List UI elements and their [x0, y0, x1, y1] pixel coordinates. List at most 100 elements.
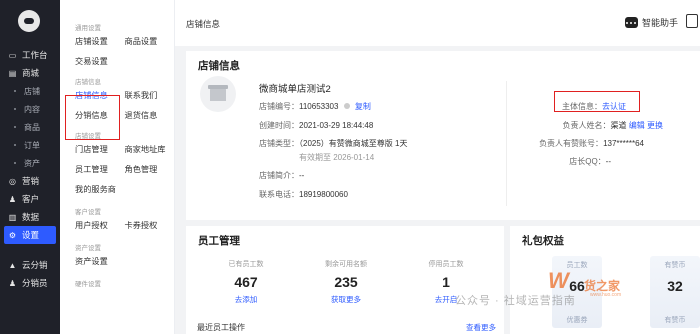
badge-caption: 有赞币	[664, 317, 686, 324]
group-title: 硬件设置	[75, 281, 101, 288]
stat-value: 467	[234, 274, 258, 290]
nav-sub-label: 资产	[24, 158, 40, 168]
nav-sub-content[interactable]: 内容	[0, 100, 60, 118]
calendar-icon[interactable]	[686, 14, 698, 28]
customer-icon: ♟	[8, 194, 17, 204]
stat-value: 1	[442, 274, 450, 290]
stat-label: 停用员工数	[428, 261, 464, 268]
store-name: 微商城单店测试2	[259, 84, 331, 95]
monitor-icon: ▭	[8, 50, 17, 60]
group-title: 通用设置	[75, 25, 101, 32]
menu-contact-us[interactable]: 联系我们	[125, 86, 175, 106]
nav-label: 客户	[22, 194, 40, 204]
menu-trade-settings[interactable]: 交易设置	[75, 52, 128, 72]
change-link[interactable]: 更换	[647, 121, 663, 130]
created-time: 2021-03-29 18:44:48	[299, 121, 374, 130]
menu-goods-settings[interactable]: 商品设置	[125, 32, 175, 52]
nav-customer[interactable]: ♟ 客户	[0, 190, 60, 208]
edit-link[interactable]: 编辑	[629, 121, 645, 130]
staff-stat: 剩余可用名额 235 获取更多	[296, 259, 396, 305]
qq-label: 店长QQ：	[569, 157, 606, 166]
menu-service-provider[interactable]: 我的服务商	[75, 180, 155, 200]
main-sidebar: ▭ 工作台 ▤ 商城 店铺 内容 商品 订单 资产 ◎ 营销 ♟ 客户 ▥ 数据…	[0, 0, 60, 334]
menu-store-settings[interactable]: 店铺设置	[75, 32, 125, 52]
view-more-link[interactable]: 查看更多	[466, 322, 496, 333]
menu-coupon-auth[interactable]: 卡券授权	[125, 216, 175, 236]
nav-workbench[interactable]: ▭ 工作台	[0, 46, 60, 64]
nav-sub-label: 内容	[24, 104, 40, 114]
nav-label: 商城	[22, 68, 40, 78]
menu-return-info[interactable]: 退货信息	[125, 106, 175, 126]
menu-staff[interactable]: 员工管理	[75, 160, 125, 180]
nav-sub-assets[interactable]: 资产	[0, 154, 60, 172]
chat-icon	[624, 17, 638, 28]
nav-sub-goods[interactable]: 商品	[0, 118, 60, 136]
store-info-card: 店铺信息 微商城单店测试2 店铺编号：110653303 复制 创建时间：202…	[186, 51, 700, 220]
owner-account-label: 负责人有赞账号：	[539, 139, 604, 148]
menu-roles[interactable]: 角色管理	[125, 160, 175, 180]
store-icon	[208, 84, 228, 101]
gear-icon: ⚙	[8, 230, 17, 240]
menu-stores[interactable]: 门店管理	[75, 140, 125, 160]
store-id: 110653303	[299, 102, 339, 111]
staff-stat: 已有员工数 467 去添加	[196, 259, 296, 305]
get-more-link[interactable]: 获取更多	[296, 294, 396, 305]
nav-sub-store[interactable]: 店铺	[0, 82, 60, 100]
card-title: 礼包权益	[522, 235, 564, 247]
badge-label: 有赞币	[664, 262, 686, 269]
owner-account: 137******64	[603, 139, 644, 148]
info-icon	[343, 103, 350, 109]
highlight-box	[65, 95, 120, 140]
intro-label: 店铺简介：	[259, 171, 299, 180]
menu-asset-settings[interactable]: 资产设置	[75, 252, 128, 272]
group-title: 资产设置	[75, 245, 101, 252]
phone-label: 联系电话：	[259, 190, 299, 199]
assistant-label: 智能助手	[641, 18, 678, 28]
nav-sub-label: 商品	[24, 122, 40, 132]
nav-label: 分销员	[22, 278, 48, 288]
id-label: 店铺编号：	[259, 102, 299, 111]
valid-until: 有效期至 2026-01-14	[299, 153, 375, 162]
nav-cloud-distribution[interactable]: ▲ 云分销	[0, 256, 60, 274]
stat-label: 已有员工数	[228, 261, 264, 268]
owner-name: 渠道	[610, 121, 627, 130]
cloud-icon: ▲	[8, 260, 17, 270]
divider	[506, 81, 507, 206]
badge-caption: 优惠券	[566, 317, 588, 324]
badge-value: 32	[667, 278, 683, 294]
shop-icon: ▤	[8, 68, 17, 78]
copy-link[interactable]: 复制	[355, 102, 371, 111]
staff-card: 员工管理 已有员工数 467 去添加 剩余可用名额 235 获取更多 停用员工数…	[186, 226, 504, 334]
nav-settings[interactable]: ⚙ 设置	[4, 226, 56, 244]
nav-data[interactable]: ▥ 数据	[0, 208, 60, 226]
owner-label: 负责人姓名：	[562, 121, 611, 130]
store-logo[interactable]	[18, 10, 40, 32]
store-phone: 18919800060	[299, 190, 348, 199]
watermark-logo: W	[548, 268, 569, 293]
nav-label: 数据	[22, 212, 40, 222]
watermark-text: 公众号 · 社域运营指南	[455, 295, 576, 307]
distributor-icon: ♟	[8, 278, 17, 288]
menu-user-auth[interactable]: 用户授权	[75, 216, 125, 236]
created-label: 创建时间：	[259, 121, 299, 130]
nav-distributor[interactable]: ♟ 分销员	[0, 274, 60, 292]
nav-shop[interactable]: ▤ 商城	[0, 64, 60, 82]
type-label: 店铺类型：	[259, 139, 299, 148]
highlight-box	[554, 91, 640, 112]
menu-address-book[interactable]: 商家地址库	[125, 140, 175, 160]
gift-badge[interactable]: 有赞币 32 有赞币	[650, 256, 700, 328]
nav-label: 云分销	[22, 260, 48, 270]
nav-marketing[interactable]: ◎ 营销	[0, 172, 60, 190]
nav-label: 工作台	[22, 50, 48, 60]
assistant-button[interactable]: 智能助手	[624, 16, 678, 29]
watermark-url: www.huo.com	[590, 292, 622, 298]
group-title: 客户设置	[75, 209, 101, 216]
store-qq: --	[605, 157, 611, 166]
store-intro: --	[299, 171, 305, 180]
group-title: 店铺信息	[75, 79, 101, 86]
nav-sub-label: 店铺	[24, 86, 40, 96]
nav-sub-orders[interactable]: 订单	[0, 136, 60, 154]
nav-sub-label: 订单	[24, 140, 40, 150]
store-avatar[interactable]	[200, 76, 236, 112]
add-staff-link[interactable]: 去添加	[196, 294, 296, 305]
